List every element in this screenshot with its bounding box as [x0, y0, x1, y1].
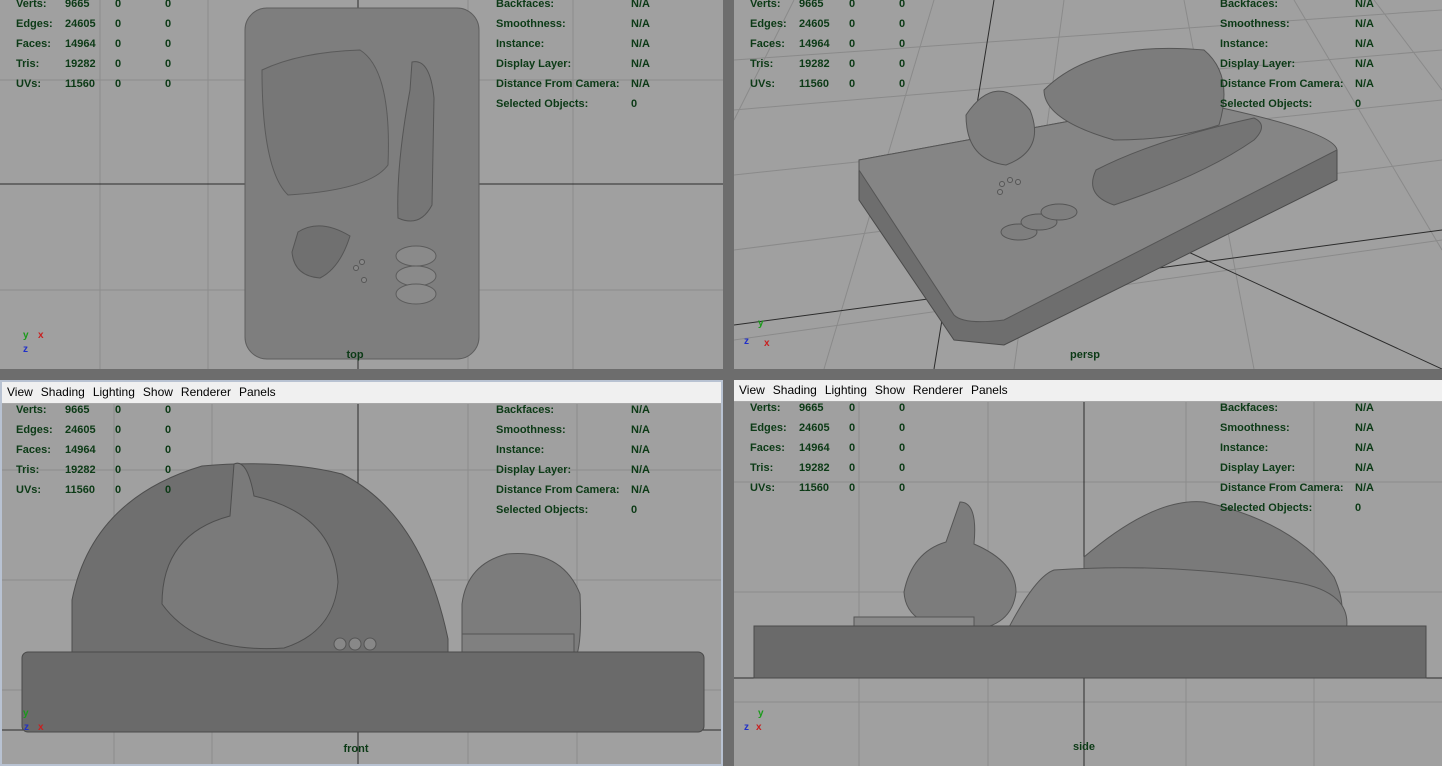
menu-view-side[interactable]: View [734, 380, 768, 397]
axis-label-a-front: y [23, 708, 29, 719]
axis-label-a-persp: y [758, 318, 764, 329]
cutting-board-side [753, 625, 1427, 679]
menu-lighting-side[interactable]: Lighting [820, 380, 870, 397]
camera-name-front: front [343, 743, 369, 755]
hud-info-top: Backfaces: N/A Smoothness: N/A Instance: N/… [496, 0, 650, 110]
viewport-front[interactable]: View Shading Lighting Show Renderer Panels Ve… [0, 380, 723, 766]
camera-name-side: side [1072, 741, 1095, 753]
slices-front [461, 633, 575, 655]
axis-label-a-side: y [758, 708, 764, 719]
menu-renderer-side[interactable]: Renderer [908, 380, 966, 397]
viewport-top[interactable]: Verts: 9665 0 0 Edges: 24605 0 0 Faces: 14964 0 0… [0, 0, 723, 369]
hud-info-side: Backfaces: N/A Smoothness: N/A Instance: N/… [1220, 402, 1374, 514]
menu-show-front[interactable]: Show [138, 382, 176, 399]
menu-panels-front[interactable]: Panels [234, 382, 279, 399]
hud-stats-front: Verts: 9665 0 0 Edges: 24605 0 0 Faces: 14964 0 0… [16, 404, 172, 496]
hud-stats-side: Verts: 9665 0 0 Edges: 24605 0 0 Faces: 14964 0 0… [750, 402, 906, 494]
axis-label-b-front: z [24, 722, 29, 733]
menu-panels-side[interactable]: Panels [966, 380, 1011, 397]
garlic-side [903, 501, 1017, 631]
axis-label-c-persp: x [764, 338, 770, 349]
menu-renderer-front[interactable]: Renderer [176, 382, 234, 399]
camera-name-top: top [346, 349, 364, 361]
bread-top [261, 49, 389, 196]
camera-name-persp: persp [1070, 349, 1100, 361]
axis-label-a-top: y [23, 330, 29, 341]
axis-label-c-side: x [756, 722, 762, 733]
cutting-board-front [21, 651, 705, 733]
hud-info-front: Backfaces: N/A Smoothness: N/A Instance: N/… [496, 404, 650, 516]
axis-label-c-front: x [38, 722, 44, 733]
axis-label-b-side: z [744, 722, 749, 733]
viewport-side[interactable]: View Shading Lighting Show Renderer Panels Ve… [734, 380, 1442, 766]
hud-info-persp: Backfaces: N/A Smoothness: N/A Instance: N/… [1220, 0, 1374, 110]
hud-stats-top: Verts: 9665 0 0 Edges: 24605 0 0 Faces: 14964 0 0… [16, 0, 172, 90]
menu-shading-side[interactable]: Shading [768, 380, 820, 397]
menu-view-front[interactable]: View [2, 382, 36, 399]
axis-label-b-persp: z [744, 336, 749, 347]
axis-label-b-top: x [38, 330, 44, 341]
axis-label-c-top: z [23, 344, 28, 355]
menu-shading-front[interactable]: Shading [36, 382, 88, 399]
menu-show-side[interactable]: Show [870, 380, 908, 397]
viewport-persp[interactable]: Verts: 9665 0 0 Edges: 24605 0 0 Faces: 14964 0 0… [734, 0, 1442, 369]
hud-stats-persp: Verts: 9665 0 0 Edges: 24605 0 0 Faces: 14964 0 0… [750, 0, 906, 90]
menu-lighting-front[interactable]: Lighting [88, 382, 138, 399]
